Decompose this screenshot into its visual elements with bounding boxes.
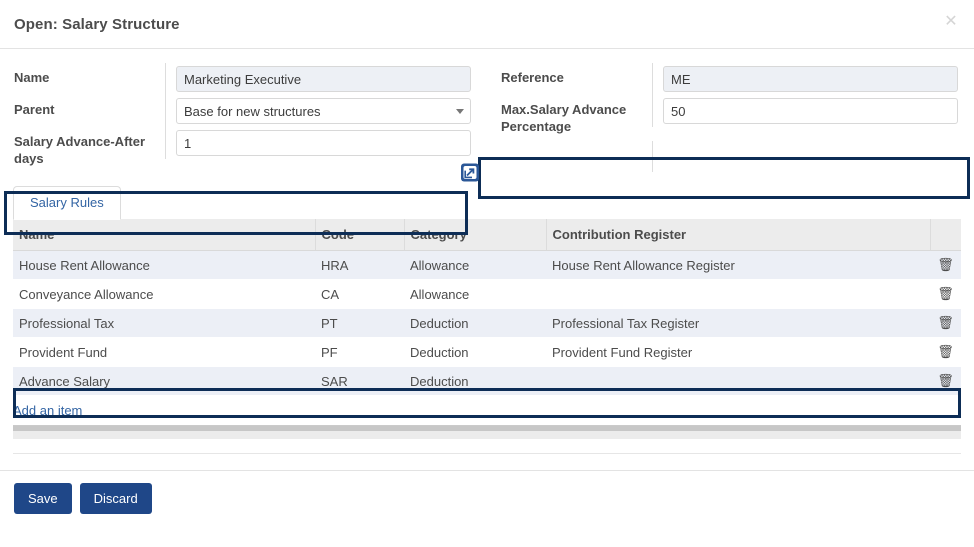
horizontal-scrollbar[interactable] xyxy=(13,425,961,439)
column-header-actions xyxy=(930,219,961,251)
cell-name: Provident Fund xyxy=(13,338,315,367)
save-button[interactable]: Save xyxy=(14,483,72,514)
table-row[interactable]: House Rent Allowance HRA Allowance House… xyxy=(13,251,961,280)
column-header-name[interactable]: Name xyxy=(13,219,315,251)
table-row[interactable]: Advance Salary SAR Deduction 🗑 xyxy=(13,367,961,396)
salary-rules-table: Name Code Category Contribution Register… xyxy=(13,219,961,396)
field-row-salary-advance-after-days: Salary Advance-After days xyxy=(0,127,487,173)
trash-icon[interactable]: 🗑 xyxy=(930,367,961,396)
salary-structure-dialog: Open: Salary Structure ✕ Name xyxy=(0,0,974,547)
parent-select[interactable]: Base for new structures xyxy=(176,98,471,124)
cell-name: Conveyance Allowance xyxy=(13,280,315,309)
trash-icon[interactable]: 🗑 xyxy=(930,309,961,338)
add-an-item-link[interactable]: Add an item xyxy=(13,403,82,418)
close-icon[interactable]: ✕ xyxy=(942,13,960,31)
dialog-header: Open: Salary Structure ✕ xyxy=(0,0,974,49)
max-salary-advance-percentage-input[interactable] xyxy=(663,98,958,124)
form-column-left: Name Parent Base for new structures xyxy=(0,63,487,173)
tabs-area: Salary Rules Name Code Category Contribu… xyxy=(0,185,974,396)
cell-name: House Rent Allowance xyxy=(13,251,315,280)
form-column-right: Reference Max.Salary Advance Percentage xyxy=(487,63,974,173)
cell-code: PF xyxy=(315,338,404,367)
label-spacer xyxy=(487,141,652,170)
cell-code: HRA xyxy=(315,251,404,280)
field-row-parent: Parent Base for new structures xyxy=(0,95,487,127)
table-header-row: Name Code Category Contribution Register xyxy=(13,219,961,251)
label-reference: Reference xyxy=(487,63,652,92)
field-spacer-wrap xyxy=(652,141,974,172)
field-row-name: Name xyxy=(0,63,487,95)
divider-below-table xyxy=(13,453,961,454)
cell-code: CA xyxy=(315,280,404,309)
cell-code: PT xyxy=(315,309,404,338)
label-name: Name xyxy=(0,63,165,92)
tab-bar: Salary Rules xyxy=(13,185,961,219)
field-reference-wrap xyxy=(652,63,974,95)
label-parent: Parent xyxy=(0,95,165,124)
column-header-category[interactable]: Category xyxy=(404,219,546,251)
discard-button[interactable]: Discard xyxy=(80,483,152,514)
table-row[interactable]: Professional Tax PT Deduction Profession… xyxy=(13,309,961,338)
table-head: Name Code Category Contribution Register xyxy=(13,219,961,251)
field-name-wrap xyxy=(165,63,487,95)
trash-icon[interactable]: 🗑 xyxy=(930,338,961,367)
label-max-salary-advance-percentage: Max.Salary Advance Percentage xyxy=(487,95,652,141)
cell-category: Allowance xyxy=(404,251,546,280)
table-row[interactable]: Provident Fund PF Deduction Provident Fu… xyxy=(13,338,961,367)
cell-register xyxy=(546,367,930,396)
cell-category: Allowance xyxy=(404,280,546,309)
form-columns: Name Parent Base for new structures xyxy=(0,63,974,173)
label-salary-advance-after-days: Salary Advance-After days xyxy=(0,127,165,173)
scrollbar-thumb[interactable] xyxy=(13,426,961,431)
cell-category: Deduction xyxy=(404,338,546,367)
cell-register: Professional Tax Register xyxy=(546,309,930,338)
cell-name: Advance Salary xyxy=(13,367,315,396)
tab-salary-rules[interactable]: Salary Rules xyxy=(13,186,121,220)
trash-icon[interactable]: 🗑 xyxy=(930,251,961,280)
cell-name: Professional Tax xyxy=(13,309,315,338)
cell-register: House Rent Allowance Register xyxy=(546,251,930,280)
field-row-reference: Reference xyxy=(487,63,974,95)
column-header-code[interactable]: Code xyxy=(315,219,404,251)
name-input[interactable] xyxy=(176,66,471,92)
table-row[interactable]: Conveyance Allowance CA Allowance 🗑 xyxy=(13,280,961,309)
cell-category: Deduction xyxy=(404,309,546,338)
field-salary-advance-after-days-wrap xyxy=(165,127,487,159)
reference-input[interactable] xyxy=(663,66,958,92)
cell-code: SAR xyxy=(315,367,404,396)
column-header-contribution-register[interactable]: Contribution Register xyxy=(546,219,930,251)
dialog-footer: Save Discard xyxy=(0,471,974,514)
cell-category: Deduction xyxy=(404,367,546,396)
cell-register: Provident Fund Register xyxy=(546,338,930,367)
field-max-salary-advance-percentage-wrap xyxy=(652,95,974,127)
table-body: House Rent Allowance HRA Allowance House… xyxy=(13,251,961,396)
page-title: Open: Salary Structure xyxy=(14,16,180,33)
field-row-max-salary-advance-percentage: Max.Salary Advance Percentage xyxy=(487,95,974,141)
cell-register xyxy=(546,280,930,309)
form-area: Name Parent Base for new structures xyxy=(0,49,974,173)
trash-icon[interactable]: 🗑 xyxy=(930,280,961,309)
field-parent-wrap: Base for new structures xyxy=(165,95,487,127)
external-link-icon[interactable] xyxy=(460,162,480,183)
field-row-spacer xyxy=(487,141,974,172)
salary-advance-after-days-input[interactable] xyxy=(176,130,471,156)
